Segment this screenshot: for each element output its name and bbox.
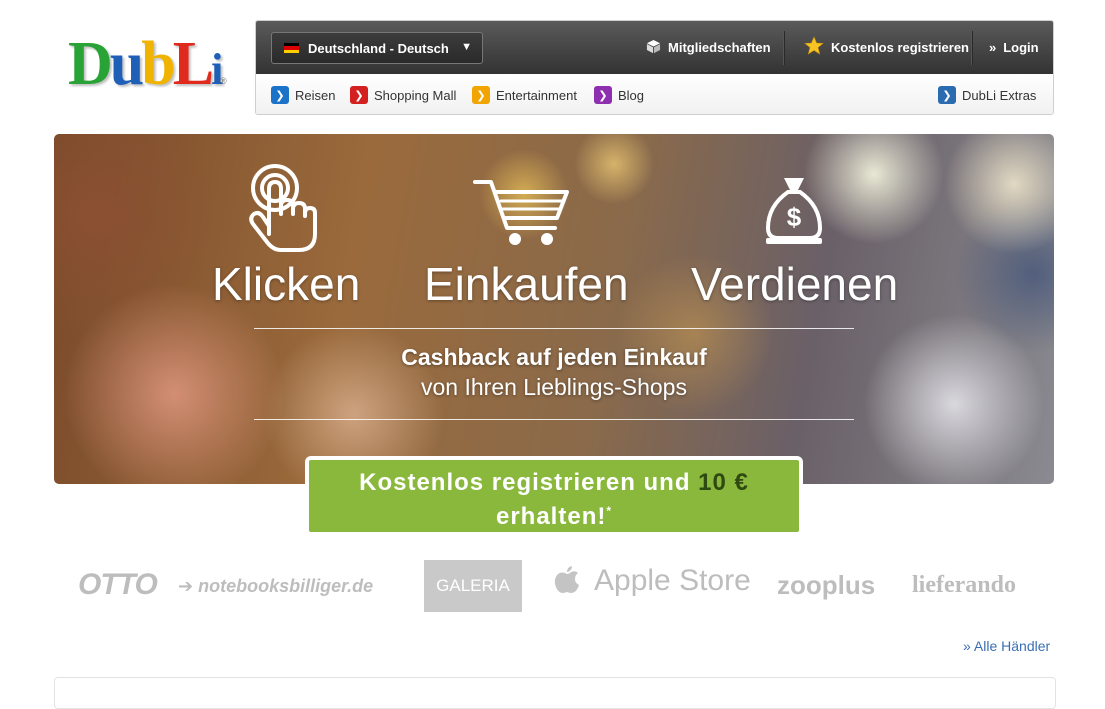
nav-label: Entertainment [496,87,577,103]
svg-text:$: $ [787,202,802,232]
step-einkaufen: Einkaufen [424,258,629,310]
language-label: Deutschland - Deutsch [308,41,449,56]
nav-item-blog[interactable]: ❯ Blog [594,85,644,105]
caret-down-icon: ▼ [461,41,472,53]
divider-line [254,419,854,420]
lieferando-logo[interactable]: lieferando [912,572,1016,599]
arrow-box-icon: ➔ [178,576,194,596]
box-icon [646,39,661,57]
nav-label: DubLi Extras [962,87,1037,103]
apple-icon [554,566,579,593]
logo-wordmark: DubLi [68,30,223,104]
divider [783,31,785,65]
notebooksbilliger-logo[interactable]: ➔ notebooksbilliger.de [178,576,373,597]
register-label: Kostenlos registrieren [831,40,969,55]
register-cta-button[interactable]: Kostenlos registrieren und 10 € erhalten… [305,456,803,536]
login-label: Login [1003,40,1039,55]
register-link[interactable]: Kostenlos registrieren [804,21,969,74]
cta-footnote: * [606,504,613,518]
otto-logo[interactable]: OTTO [78,568,158,602]
divider [971,31,973,65]
cta-text: Kostenlos registrieren und [359,469,699,496]
nav-label: Reisen [295,87,336,103]
cashback-subtitle: von Ihren Lieblings-Shops [421,374,687,400]
chevron-right-icon: ❯ [350,86,368,104]
notebooksbilliger-label: notebooksbilliger.de [198,576,374,596]
brand-logos: OTTO ➔ notebooksbilliger.de GALERIA Appl… [54,556,1054,616]
nav-item-dubli-extras[interactable]: ❯ DubLi Extras [938,85,1036,105]
double-chevron-icon: » [989,40,997,55]
top-nav-bar: Deutschland - Deutsch ▼ Mitgliedschaften… [256,21,1053,74]
shopping-cart-icon [473,180,569,245]
zooplus-logo[interactable]: zooplus [777,570,875,601]
nav-item-shopping-mall[interactable]: ❯ Shopping Mall [350,85,456,105]
dubli-logo[interactable]: DubLi ® [68,30,230,98]
logo-letter: i [211,45,223,94]
login-link[interactable]: » Login [989,21,1039,74]
logo-letter: u [109,30,145,98]
nav-item-entertainment[interactable]: ❯ Entertainment [472,85,577,105]
chevron-right-icon: ❯ [594,86,612,104]
step-verdienen: Verdienen [691,258,899,310]
apple-store-logo[interactable]: Apple Store [554,564,751,598]
nav-label: Blog [618,87,645,103]
memberships-label: Mitgliedschaften [668,40,771,55]
star-icon [804,36,824,59]
category-nav: ❯ Reisen ❯ Shopping Mall ❯ Entertainment… [256,74,1053,114]
money-bag-icon: $ [765,178,823,244]
divider-line [254,328,854,329]
header-bar: Deutschland - Deutsch ▼ Mitgliedschaften… [255,20,1054,115]
nav-item-reisen[interactable]: ❯ Reisen [271,85,335,105]
germany-flag-icon [284,43,299,53]
registered-mark: ® [220,76,227,86]
cta-text-2: erhalten! [495,503,607,530]
apple-store-label: Apple Store [594,564,751,597]
nav-label: Shopping Mall [374,87,457,103]
chevron-right-icon: ❯ [472,86,490,104]
cta-amount: 10 € [698,469,749,496]
pointer-hand-icon [249,164,317,252]
logo-letter: b [141,30,176,98]
content-panel [54,677,1056,709]
memberships-link[interactable]: Mitgliedschaften [646,21,771,74]
logo-letter: D [68,30,113,98]
chevron-right-icon: ❯ [271,86,289,104]
hero-banner: $ Klicken Einkaufen Verdienen Cashback a… [54,134,1054,484]
chevron-right-icon: ❯ [938,86,956,104]
all-merchants-link[interactable]: » Alle Händler [963,638,1050,654]
language-select[interactable]: Deutschland - Deutsch ▼ [271,32,483,64]
logo-letter: L [172,30,214,98]
galeria-logo[interactable]: GALERIA [424,560,522,612]
cashback-title: Cashback auf jeden Einkauf [401,344,707,370]
step-klicken: Klicken [212,258,361,310]
